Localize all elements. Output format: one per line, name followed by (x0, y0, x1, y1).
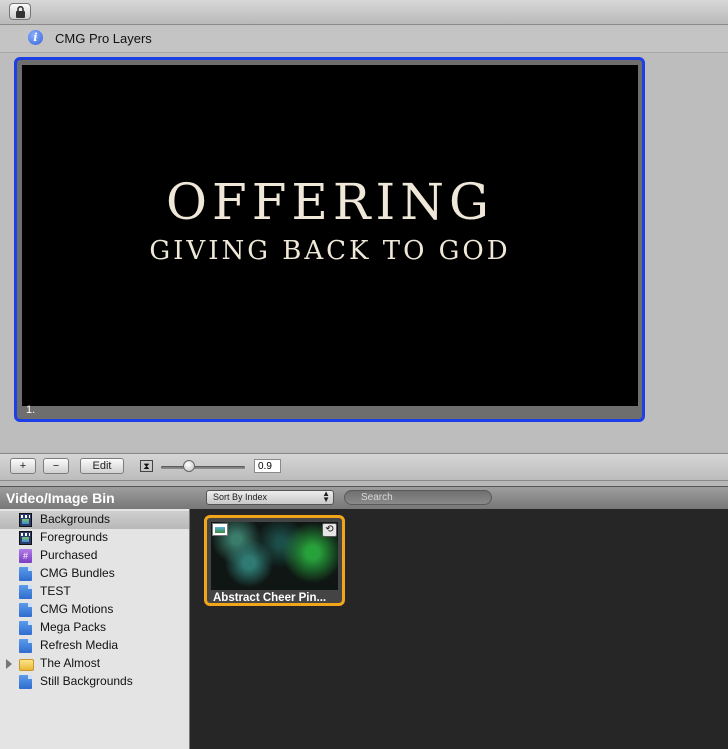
top-toolbar (0, 0, 728, 25)
zoom-slider[interactable] (161, 466, 245, 469)
sidebar-item-still-backgrounds[interactable]: Still Backgrounds (0, 673, 189, 691)
slide-subtitle-text: GIVING BACK TO GOD (149, 236, 511, 266)
info-icon[interactable]: i (28, 30, 43, 45)
bin-header: Video/Image Bin Sort By Index ▲ ▼ Search (0, 486, 728, 509)
document-icon (19, 585, 32, 599)
folder-icon (19, 659, 34, 671)
sidebar-item-purchased[interactable]: # Purchased (0, 547, 189, 565)
sidebar-item-mega-packs[interactable]: Mega Packs (0, 619, 189, 637)
lock-button[interactable] (9, 3, 31, 20)
zoom-value-field[interactable]: 0.9 (254, 459, 281, 473)
document-icon (19, 675, 32, 689)
media-thumbnail-label: Abstract Cheer Pin... (213, 592, 327, 604)
sidebar-item-foregrounds[interactable]: Foregrounds (0, 529, 189, 547)
sidebar-item-label: TEST (40, 584, 71, 598)
slide-thumbnail-selected[interactable]: OFFERING GIVING BACK TO GOD 1. (14, 57, 645, 422)
edit-button[interactable]: Edit (80, 458, 124, 474)
sort-select[interactable]: Sort By Index ▲ ▼ (206, 490, 334, 505)
disclosure-triangle-icon[interactable] (6, 659, 12, 669)
search-input[interactable]: Search (344, 490, 492, 505)
sidebar-item-test[interactable]: TEST (0, 583, 189, 601)
lock-icon (16, 6, 25, 18)
sidebar-item-label: Foregrounds (40, 530, 109, 544)
sidebar-item-label: Mega Packs (40, 620, 107, 634)
sidebar-item-the-almost[interactable]: The Almost (0, 655, 189, 673)
sidebar-item-label: Backgrounds (40, 512, 111, 526)
document-icon (19, 639, 32, 653)
slide-stage: OFFERING GIVING BACK TO GOD 1. (0, 53, 728, 452)
slide-number: 1. (26, 404, 36, 416)
film-icon (19, 513, 32, 527)
media-thumbnail-selected[interactable]: ⟲ Abstract Cheer Pin... (204, 515, 345, 606)
sidebar-item-cmg-motions[interactable]: CMG Motions (0, 601, 189, 619)
layer-title-bar: i CMG Pro Layers (0, 25, 728, 53)
sidebar-item-refresh-media[interactable]: Refresh Media (0, 637, 189, 655)
sort-select-value: Sort By Index (213, 492, 268, 502)
purchased-icon: # (19, 549, 32, 563)
document-icon (19, 621, 32, 635)
sidebar-item-label: Still Backgrounds (40, 674, 133, 688)
remove-button[interactable]: − (43, 458, 69, 474)
bin-sidebar: Backgrounds Foregrounds # Purchased CMG … (0, 509, 190, 749)
sidebar-item-backgrounds[interactable]: Backgrounds (0, 511, 189, 529)
sidebar-item-label: Refresh Media (40, 638, 119, 652)
zoom-icon: ⧗ (140, 460, 153, 472)
layer-title: CMG Pro Layers (55, 31, 152, 46)
slide-toolbar: + − Edit ⧗ 0.9 (0, 453, 728, 481)
sidebar-item-label: The Almost (40, 656, 101, 670)
add-button[interactable]: + (10, 458, 36, 474)
sidebar-item-label: Purchased (40, 548, 98, 562)
loop-icon: ⟲ (322, 523, 337, 537)
bin-content: ⟲ Abstract Cheer Pin... (190, 509, 728, 749)
sidebar-item-label: CMG Motions (40, 602, 114, 616)
slide-preview: OFFERING GIVING BACK TO GOD (22, 65, 638, 406)
document-icon (19, 603, 32, 617)
zoom-slider-knob[interactable] (183, 460, 195, 472)
document-icon (19, 567, 32, 581)
image-type-icon (212, 523, 228, 536)
media-preview-image (211, 522, 338, 590)
sidebar-item-cmg-bundles[interactable]: CMG Bundles (0, 565, 189, 583)
sort-arrows-icon: ▲ ▼ (322, 489, 330, 504)
film-icon (19, 531, 32, 545)
slide-title-text: OFFERING (166, 173, 494, 231)
sidebar-item-label: CMG Bundles (40, 566, 115, 580)
bin-title: Video/Image Bin (6, 490, 115, 506)
